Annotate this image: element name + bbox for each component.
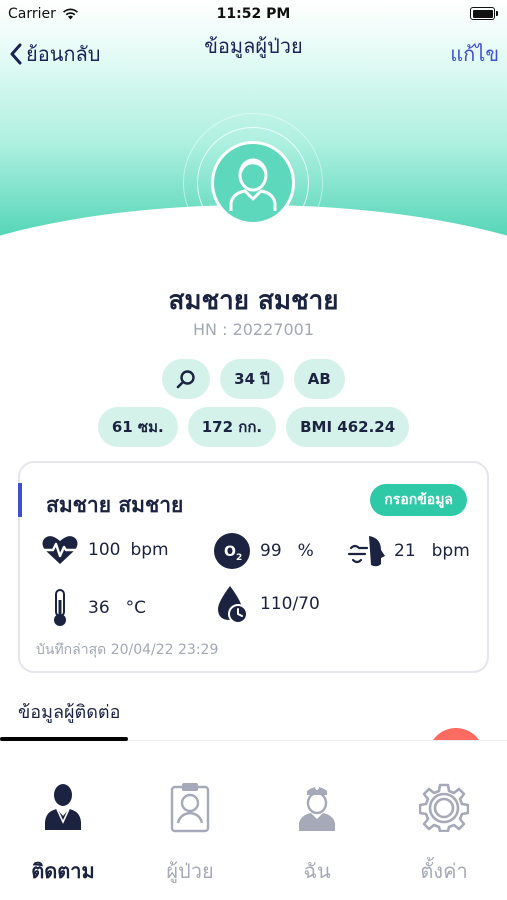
fill-data-button[interactable]: กรอกข้อมูล [370, 484, 467, 516]
status-bar: Carrier 11:52 PM [0, 0, 507, 28]
patient-avatar [183, 113, 323, 253]
oxygen-value: 99 [260, 541, 282, 561]
respiration-value: 21 [394, 541, 416, 561]
temperature-value: 36 [88, 598, 110, 618]
patient-name: สมชาย สมชาย [168, 286, 339, 316]
scroll-indicator [0, 737, 128, 741]
blood-type-chip: AB [293, 359, 345, 399]
card-patient-name: สมชาย สมชาย [46, 493, 184, 517]
tab-follow[interactable]: ติดตาม [0, 741, 126, 900]
age-chip: 34 ปี [220, 359, 284, 399]
blood-pressure-value: 110/70 [260, 594, 320, 614]
blood-pressure-icon [212, 584, 252, 624]
temperature-unit: °C [125, 598, 147, 618]
bmi-chip: BMI 462.24 [286, 407, 410, 447]
heart-rate-icon [40, 534, 80, 566]
heart-rate-value: 100 [88, 540, 121, 560]
tab-patient-label: ผู้ป่วย [166, 859, 214, 883]
contact-section-title: ข้อมูลผู้ติดต่อ [18, 702, 121, 723]
weight-chip: 172 กก. [187, 407, 277, 447]
nurse-icon [287, 777, 347, 837]
edit-button[interactable]: แก้ไข [450, 38, 499, 70]
search-icon [176, 370, 195, 389]
svg-text:O: O [224, 544, 236, 560]
tab-follow-label: ติดตาม [31, 859, 95, 883]
tab-settings[interactable]: ตั้งค่า [381, 741, 507, 900]
vitals-card: สมชาย สมชาย กรอกข้อมูล 100 bpm O 2 99 % [18, 461, 489, 673]
respiration-vital: 21 bpm [346, 532, 470, 570]
temperature-vital: 36 °C [40, 588, 146, 628]
battery-icon [470, 7, 498, 20]
patient-hn: HN : 20227001 [193, 320, 314, 339]
last-updated: บันทึกล่าสุด 20/04/22 23:29 [36, 642, 219, 658]
respiration-icon [346, 532, 386, 570]
tab-me[interactable]: ฉัน [254, 741, 380, 900]
svg-text:2: 2 [236, 553, 242, 563]
status-time: 11:52 PM [216, 6, 291, 22]
tab-bar: ติดตาม ผู้ป่วย ฉัน ตั้งค่า [0, 740, 507, 900]
thermometer-icon [40, 588, 80, 628]
user-icon [229, 158, 277, 211]
card-accent-bar [18, 483, 22, 517]
tab-patient[interactable]: ผู้ป่วย [127, 741, 253, 900]
patient-chips-row-2: 61 ซม. 172 กก. BMI 462.24 [0, 407, 507, 447]
page-title: ข้อมูลผู้ป่วย [204, 34, 303, 58]
oxygen-icon: O 2 [212, 532, 252, 570]
gear-icon [414, 777, 474, 837]
respiration-unit: bpm [431, 541, 470, 561]
search-chip[interactable] [162, 359, 211, 399]
heart-rate-unit: bpm [130, 540, 169, 560]
oxygen-vital: O 2 99 % [212, 532, 314, 570]
doctor-icon [33, 777, 93, 837]
patient-chips-row-1: 34 ปี AB [0, 359, 507, 399]
avatar [211, 141, 295, 225]
blood-pressure-vital: 110/70 [212, 584, 320, 624]
oxygen-unit: % [297, 541, 314, 561]
tab-me-label: ฉัน [303, 859, 331, 883]
tab-settings-label: ตั้งค่า [420, 859, 468, 883]
heart-rate-vital: 100 bpm [40, 534, 169, 566]
height-chip: 61 ซม. [97, 407, 178, 447]
patient-card-icon [160, 777, 220, 837]
